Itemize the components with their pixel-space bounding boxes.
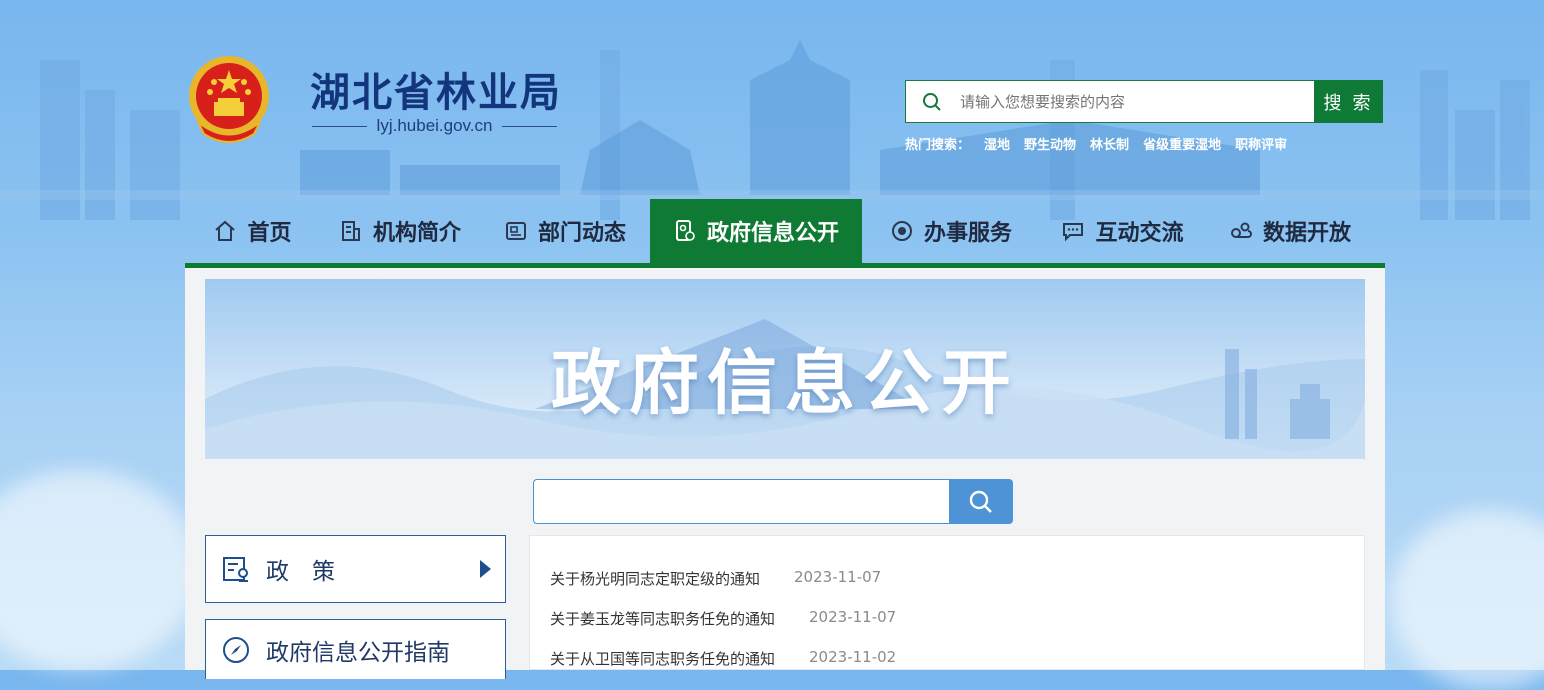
top-search-button[interactable]: 搜 索 (1314, 80, 1383, 123)
news-title[interactable]: 关于杨光明同志定职定级的通知 (550, 568, 760, 589)
nav-item-label: 首页 (247, 221, 292, 246)
home-icon (215, 220, 236, 241)
list-item[interactable]: 关于姜玉龙等同志职务任免的通知 2023-11-07 (550, 608, 896, 629)
chat-icon (1063, 223, 1084, 242)
data-icon (1230, 222, 1252, 238)
news-date: 2023-11-02 (809, 648, 897, 666)
news-title[interactable]: 关于姜玉龙等同志职务任免的通知 (550, 608, 775, 629)
content-search-button[interactable] (949, 479, 1013, 524)
nav-item-label: 办事服务 (923, 221, 1012, 246)
caret-right-icon (480, 560, 491, 578)
top-search-bar: 搜 索 (905, 80, 1383, 123)
hot-search-link[interactable]: 省级重要湿地 (1143, 134, 1221, 153)
top-search-input[interactable] (958, 91, 1292, 112)
list-item[interactable]: 关于杨光明同志定职定级的通知 2023-11-07 (550, 568, 881, 589)
banner-title: 政府信息公开 (551, 342, 1019, 424)
sidebar-item-label: 政府信息公开指南 (266, 639, 450, 666)
service-icon (891, 221, 912, 241)
cloud-decoration (1390, 510, 1544, 690)
hot-search: 热门搜索： 湿地 野生动物 林长制 省级重要湿地 职称评审 (905, 134, 1287, 153)
policy-icon (206, 554, 266, 584)
news-icon (505, 222, 526, 240)
hot-search-link[interactable]: 湿地 (984, 134, 1010, 153)
nav-item-label: 部门动态 (537, 221, 626, 246)
nav-item-label: 机构简介 (372, 221, 461, 246)
news-list: 关于杨光明同志定职定级的通知 2023-11-07 关于姜玉龙等同志职务任免的通… (529, 535, 1365, 670)
site-domain-text: lyj.hubei.gov.cn (376, 116, 493, 135)
sidebar-item-label: 政 策 (266, 559, 335, 585)
national-emblem-logo (189, 56, 269, 143)
sidebar-item-guide[interactable]: 政府信息公开指南 (205, 619, 506, 679)
site-title[interactable]: 湖北省林业局 (310, 60, 562, 118)
nav-item-label: 数据开放 (1262, 221, 1351, 246)
search-icon (969, 490, 992, 513)
hot-search-link[interactable]: 林长制 (1090, 134, 1129, 153)
hot-search-link[interactable]: 野生动物 (1024, 134, 1076, 153)
top-search-field[interactable] (905, 80, 1314, 123)
site-domain: lyj.hubei.gov.cn (312, 116, 558, 136)
news-title[interactable]: 关于从卫国等同志职务任免的通知 (550, 648, 775, 669)
news-date: 2023-11-07 (794, 568, 882, 586)
nav-item-news[interactable]: 部门动态 (480, 199, 650, 263)
building-icon (341, 221, 360, 241)
news-date: 2023-11-07 (809, 608, 897, 626)
nav-item-home[interactable]: 首页 (185, 199, 320, 263)
nav-item-interaction[interactable]: 互动交流 (1040, 199, 1205, 263)
list-item[interactable]: 关于从卫国等同志职务任免的通知 2023-11-02 (550, 648, 896, 669)
hot-search-label: 热门搜索： (905, 138, 971, 153)
main-nav: 首页 机构简介 部门动态 政府信息公开 办事服务 互动交流 数据开放 (185, 199, 1385, 268)
nav-item-gov-info[interactable]: 政府信息公开 (650, 199, 862, 263)
nav-item-about[interactable]: 机构简介 (320, 199, 480, 263)
sidebar-item-policy[interactable]: 政 策 (205, 535, 506, 603)
nav-item-data[interactable]: 数据开放 (1205, 199, 1375, 263)
search-icon (906, 92, 958, 112)
document-icon (675, 220, 695, 241)
content-search-input[interactable] (533, 479, 949, 524)
nav-item-label: 互动交流 (1095, 221, 1184, 246)
nav-item-services[interactable]: 办事服务 (862, 199, 1040, 263)
content-search-bar (533, 479, 1013, 524)
compass-icon (206, 635, 266, 665)
page-banner: 政府信息公开 (205, 279, 1365, 459)
nav-item-label: 政府信息公开 (706, 221, 839, 246)
cloud-decoration (0, 470, 200, 670)
hot-search-link[interactable]: 职称评审 (1235, 134, 1287, 153)
